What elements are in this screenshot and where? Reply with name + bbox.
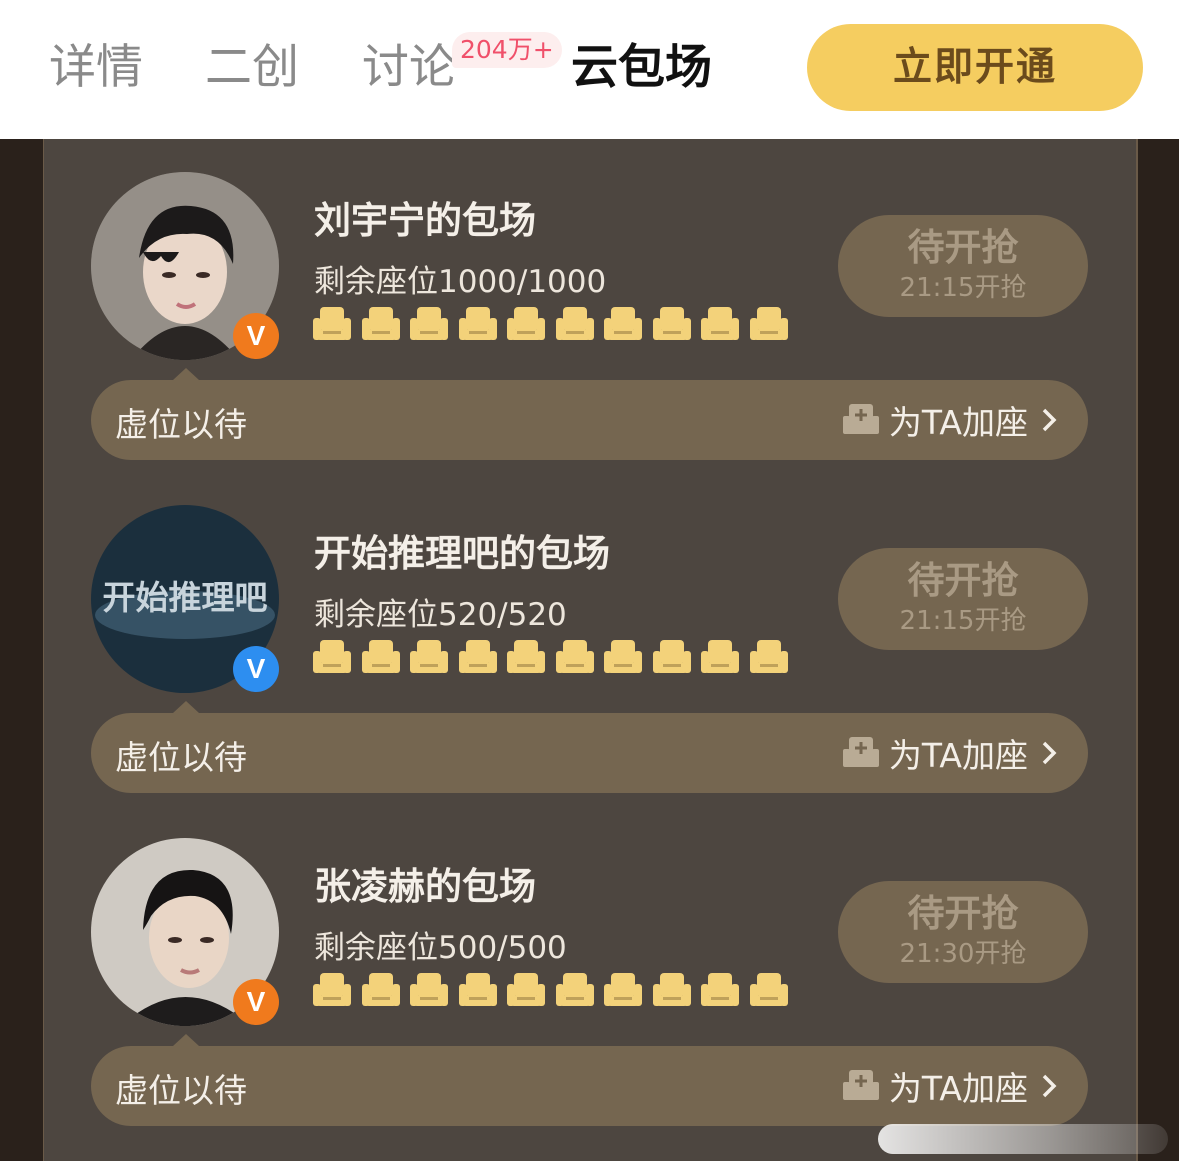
armchair-icon	[507, 973, 545, 1006]
placeholder-text: 虚位以待	[115, 738, 247, 777]
wait-label: 待开抢	[907, 226, 1019, 269]
add-seat-bar[interactable]: 虚位以待 为TA加座	[91, 1046, 1088, 1126]
armchair-icon	[507, 640, 545, 673]
armchair-icon	[458, 307, 497, 340]
verified-badge-icon: V	[233, 979, 279, 1025]
wait-label: 待开抢	[907, 892, 1019, 935]
tab-cloud-screening[interactable]: 云包场	[571, 38, 712, 98]
show-logo-text: 开始推理吧	[103, 578, 268, 617]
armchair-icon	[604, 640, 642, 673]
placeholder-text: 虚位以待	[115, 1071, 247, 1110]
armchair-icon	[458, 640, 497, 673]
add-seat-label: 为TA加座	[888, 1069, 1028, 1108]
wait-to-grab-button[interactable]: 待开抢 21:15开抢	[838, 215, 1088, 317]
armchair-icon	[313, 307, 351, 340]
chevron-right-icon	[1042, 741, 1057, 765]
armchair-icon	[410, 307, 448, 340]
wait-to-grab-button[interactable]: 待开抢 21:15开抢	[838, 548, 1088, 650]
armchair-icon	[749, 307, 788, 340]
wait-to-grab-button[interactable]: 待开抢 21:30开抢	[838, 881, 1088, 983]
armchair-icon	[555, 973, 594, 1006]
open-time: 21:15开抢	[899, 273, 1027, 303]
screening-title: 张凌赫的包场	[314, 865, 536, 908]
armchair-icon	[701, 973, 739, 1006]
open-now-button[interactable]: 立即开通	[807, 24, 1143, 111]
armchair-icon	[361, 640, 400, 673]
tab-details[interactable]: 详情	[49, 38, 143, 98]
armchair-icon	[361, 973, 400, 1006]
armchair-icon	[652, 973, 691, 1006]
seat-icon-row	[312, 637, 792, 677]
open-time: 21:30开抢	[899, 939, 1027, 969]
armchair-icon	[361, 307, 400, 340]
armchair-icon	[313, 973, 351, 1006]
add-seat-label: 为TA加座	[888, 736, 1028, 775]
seat-icon-row	[312, 304, 792, 344]
open-time: 21:15开抢	[899, 606, 1027, 636]
remaining-seats-text: 剩余座位500/500	[314, 930, 567, 966]
tab-fan-creations[interactable]: 二创	[205, 38, 299, 98]
armchair-icon	[749, 973, 788, 1006]
chevron-right-icon	[1042, 408, 1057, 432]
armchair-icon	[313, 640, 351, 673]
armchair-plus-icon	[842, 737, 879, 767]
armchair-plus-icon	[842, 1070, 879, 1100]
screening-title: 开始推理吧的包场	[314, 532, 610, 575]
verified-badge-icon: V	[233, 313, 279, 359]
armchair-icon	[410, 973, 448, 1006]
discussion-count-badge: 204万+	[452, 32, 562, 68]
armchair-icon	[701, 640, 739, 673]
armchair-icon	[652, 307, 691, 340]
screening-card: 开始推理吧 V 开始推理吧的包场 剩余座位520/520 待开抢 21:15开抢…	[0, 505, 1179, 805]
chevron-right-icon	[1042, 1074, 1057, 1098]
armchair-icon	[701, 307, 739, 340]
armchair-icon	[458, 973, 497, 1006]
tab-header: 详情 二创 讨论 204万+ 云包场 立即开通	[0, 0, 1179, 139]
screening-card: V 刘宇宁的包场 剩余座位1000/1000 待开抢 21:15开抢 虚位以待 …	[0, 172, 1179, 472]
verified-badge-icon: V	[233, 646, 279, 692]
armchair-plus-icon	[842, 404, 879, 434]
armchair-icon	[652, 640, 691, 673]
armchair-icon	[604, 973, 642, 1006]
armchair-icon	[410, 640, 448, 673]
screening-title: 刘宇宁的包场	[314, 199, 536, 242]
armchair-icon	[749, 640, 788, 673]
tab-discussion[interactable]: 讨论	[362, 38, 456, 98]
add-seat-button[interactable]: 为TA加座	[841, 731, 1058, 775]
wait-label: 待开抢	[907, 559, 1019, 602]
armchair-icon	[555, 307, 594, 340]
bubble-pointer	[173, 1034, 199, 1046]
add-seat-button[interactable]: 为TA加座	[841, 1064, 1058, 1108]
watermark	[878, 1124, 1168, 1154]
placeholder-text: 虚位以待	[115, 405, 247, 444]
add-seat-label: 为TA加座	[888, 403, 1028, 442]
bubble-pointer	[173, 368, 199, 380]
bubble-pointer	[173, 701, 199, 713]
add-seat-bar[interactable]: 虚位以待 为TA加座	[91, 380, 1088, 460]
remaining-seats-text: 剩余座位1000/1000	[314, 264, 607, 300]
seat-icon-row	[312, 970, 792, 1010]
armchair-icon	[604, 307, 642, 340]
armchair-icon	[555, 640, 594, 673]
screening-card: V 张凌赫的包场 剩余座位500/500 待开抢 21:30开抢 虚位以待 为T…	[0, 838, 1179, 1138]
add-seat-bar[interactable]: 虚位以待 为TA加座	[91, 713, 1088, 793]
armchair-icon	[507, 307, 545, 340]
add-seat-button[interactable]: 为TA加座	[841, 398, 1058, 442]
remaining-seats-text: 剩余座位520/520	[314, 597, 567, 633]
